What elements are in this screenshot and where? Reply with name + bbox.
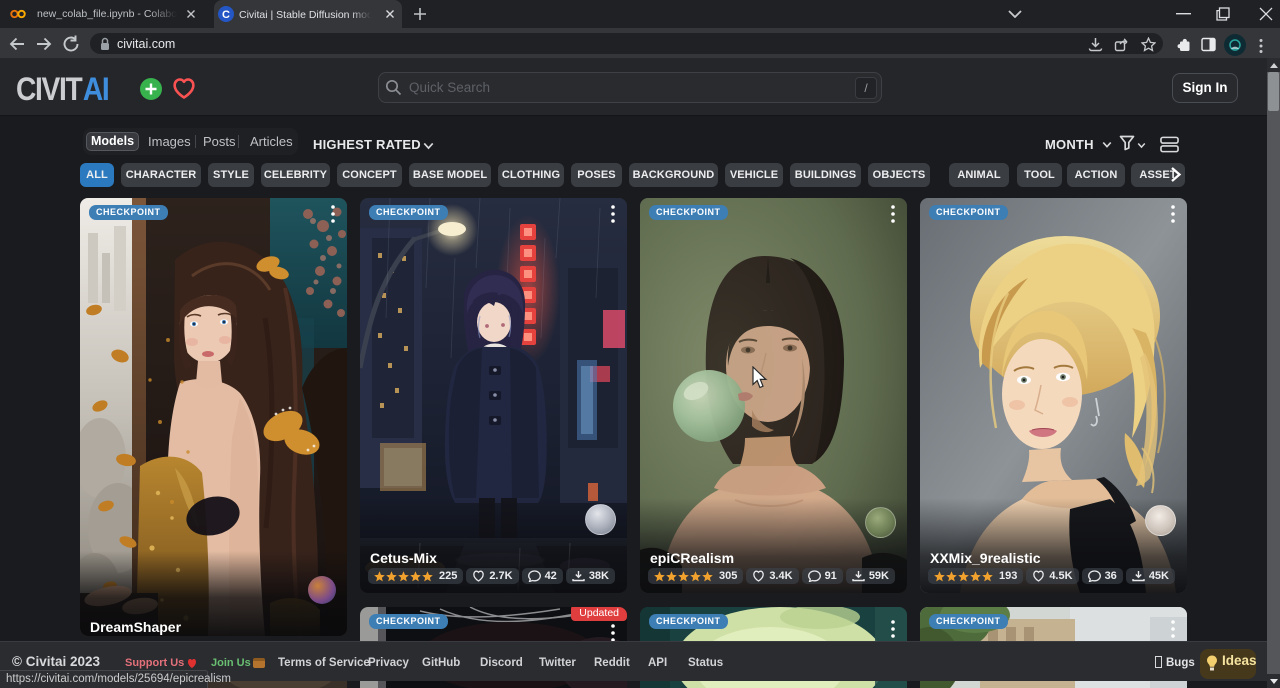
svg-text:AI: AI xyxy=(83,77,109,105)
svg-text:C: C xyxy=(222,9,230,21)
svg-text:CIVIT: CIVIT xyxy=(16,77,83,105)
